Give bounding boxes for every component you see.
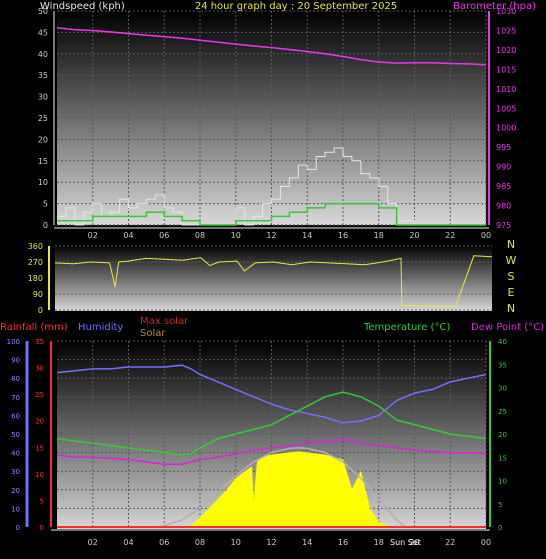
p3-temp-tick-label: 25	[498, 408, 507, 416]
p3-humidity-tick-label: 10	[11, 505, 20, 513]
p3-rain-tick-label: 10	[35, 471, 44, 479]
p3-humidity-tick-label: 90	[11, 357, 20, 365]
p3-temp-tick-label: 40	[498, 338, 507, 346]
p1-barometer-tick-label: 995	[496, 143, 511, 152]
p3-hour-tick-label: 00	[481, 538, 491, 547]
legend-solar: Solar	[140, 328, 166, 339]
p3-hour-tick-label: 14	[302, 538, 312, 547]
p1-hour-tick-label: 18	[374, 231, 384, 240]
p1-hour-tick-label: 06	[159, 231, 169, 240]
p1-windspeed-tick-label: 0	[43, 221, 48, 230]
p1-windspeed-tick-label: 10	[38, 178, 48, 187]
p3-hour-tick-label: 10	[231, 538, 241, 547]
p1-hour-tick-label: 14	[302, 231, 312, 240]
p1-windspeed-tick-label: 30	[38, 93, 48, 102]
p1-windspeed-tick-label: 45	[38, 28, 48, 37]
p3-humidity-tick-label: 70	[11, 394, 20, 402]
p2-direction-tick-label: 0	[38, 306, 43, 315]
p3-rain-tick-label: 25	[35, 391, 44, 399]
p1-barometer-tick-label: 985	[496, 182, 511, 191]
legend-temperature: Temperature (°C)	[363, 322, 450, 333]
p1-hour-tick-label: 08	[195, 231, 205, 240]
p1-barometer-tick-label: 1010	[496, 85, 516, 94]
p3-humidity-tick-label: 50	[11, 431, 20, 439]
p3-temp-tick-label: 20	[498, 431, 507, 439]
p3-rain-tick-label: 15	[35, 444, 44, 452]
p1-hour-tick-label: 20	[409, 231, 419, 240]
p3-humidity-tick-label: 0	[16, 524, 20, 532]
weather-chart-svg: 0510152025303540455097598098599099510001…	[0, 1, 544, 547]
p3-temp-tick-label: 30	[498, 385, 507, 393]
sunset-label: Sun Set	[390, 538, 421, 547]
p3-hour-tick-label: 22	[445, 538, 455, 547]
p3-temp-tick-label: 0	[498, 524, 502, 532]
p1-hour-tick-label: 00	[481, 231, 491, 240]
p3-hour-tick-label: 02	[88, 538, 98, 547]
p3-hour-tick-label: 18	[374, 538, 384, 547]
p1-barometer-tick-label: 975	[496, 221, 511, 230]
p2-compass-label: S	[508, 270, 515, 283]
p1-hour-tick-label: 22	[445, 231, 455, 240]
p3-humidity-tick-label: 40	[11, 450, 20, 458]
p2-compass-label: N	[507, 238, 515, 251]
p3-humidity-tick-label: 60	[11, 412, 20, 420]
legend-max-solar: Max solar	[140, 316, 189, 327]
p2-direction-tick-label: 360	[28, 242, 43, 251]
p2-compass-label: N	[507, 302, 515, 315]
p3-hour-tick-label: 16	[338, 538, 348, 547]
p3-humidity-tick-label: 80	[11, 375, 20, 383]
p3-rain-tick-label: 0	[40, 524, 44, 532]
legend-humidity: Humidity	[78, 322, 123, 333]
p2-direction-tick-label: 90	[33, 290, 43, 299]
p1-hour-tick-label: 04	[123, 231, 133, 240]
p2-compass-label: W	[506, 254, 517, 267]
p1-barometer-tick-label: 1025	[496, 26, 516, 35]
p3-rain-tick-label: 5	[40, 497, 44, 505]
p1-windspeed-tick-label: 35	[38, 71, 48, 80]
p1-hour-tick-label: 16	[338, 231, 348, 240]
chart-title: 24 hour graph day : 20 September 2025	[195, 1, 397, 12]
p3-humidity-tick-label: 20	[11, 487, 20, 495]
p2-direction-tick-label: 270	[28, 258, 43, 267]
p2-compass-label: E	[508, 286, 515, 299]
p1-barometer-tick-label: 1020	[496, 46, 516, 55]
p3-rain-tick-label: 30	[35, 365, 44, 373]
p1-barometer-tick-label: 1015	[496, 65, 516, 74]
p1-windspeed-tick-label: 5	[43, 200, 48, 209]
p1-barometer-tick-label: 1005	[496, 104, 516, 113]
p1-barometer-tick-label: 980	[496, 202, 511, 211]
p1-barometer-tick-label: 1000	[496, 124, 516, 133]
p3-rain-tick-label: 35	[35, 338, 44, 346]
p3-temp-tick-label: 15	[498, 454, 507, 462]
p1-windspeed-tick-label: 15	[38, 157, 48, 166]
legend-dew-point: Dew Point (°C)	[471, 322, 544, 333]
p3-hour-tick-label: 08	[195, 538, 205, 547]
p1-hour-tick-label: 02	[88, 231, 98, 240]
p1-windspeed-tick-label: 40	[38, 50, 48, 59]
p3-humidity-tick-label: 30	[11, 468, 20, 476]
p2-direction-tick-label: 180	[28, 274, 43, 283]
windspeed-axis-title: Windspeed (kph)	[40, 1, 125, 12]
p1-barometer-tick-label: 990	[496, 163, 511, 172]
p1-windspeed-tick-label: 20	[38, 135, 48, 144]
p1-hour-tick-label: 12	[266, 231, 276, 240]
barometer-axis-title: Barometer (hpa)	[453, 1, 536, 12]
p3-rain-tick-label: 20	[35, 418, 44, 426]
p3-temp-tick-label: 5	[498, 501, 502, 509]
p3-temp-tick-label: 35	[498, 361, 507, 369]
p3-hour-tick-label: 12	[266, 538, 276, 547]
weather-graph: 0 5 10 15 20 25 30 35 40 45 50 975 980 985 990 995 1000 1…	[0, 0, 546, 555]
p3-hour-tick-label: 04	[123, 538, 133, 547]
p3-hour-tick-label: 06	[159, 538, 169, 547]
p3-humidity-tick-label: 100	[7, 338, 20, 346]
p1-windspeed-tick-label: 25	[38, 114, 48, 123]
legend-rainfall: Rainfall (mm)	[0, 322, 68, 333]
p3-temp-tick-label: 10	[498, 478, 507, 486]
p1-hour-tick-label: 10	[231, 231, 241, 240]
